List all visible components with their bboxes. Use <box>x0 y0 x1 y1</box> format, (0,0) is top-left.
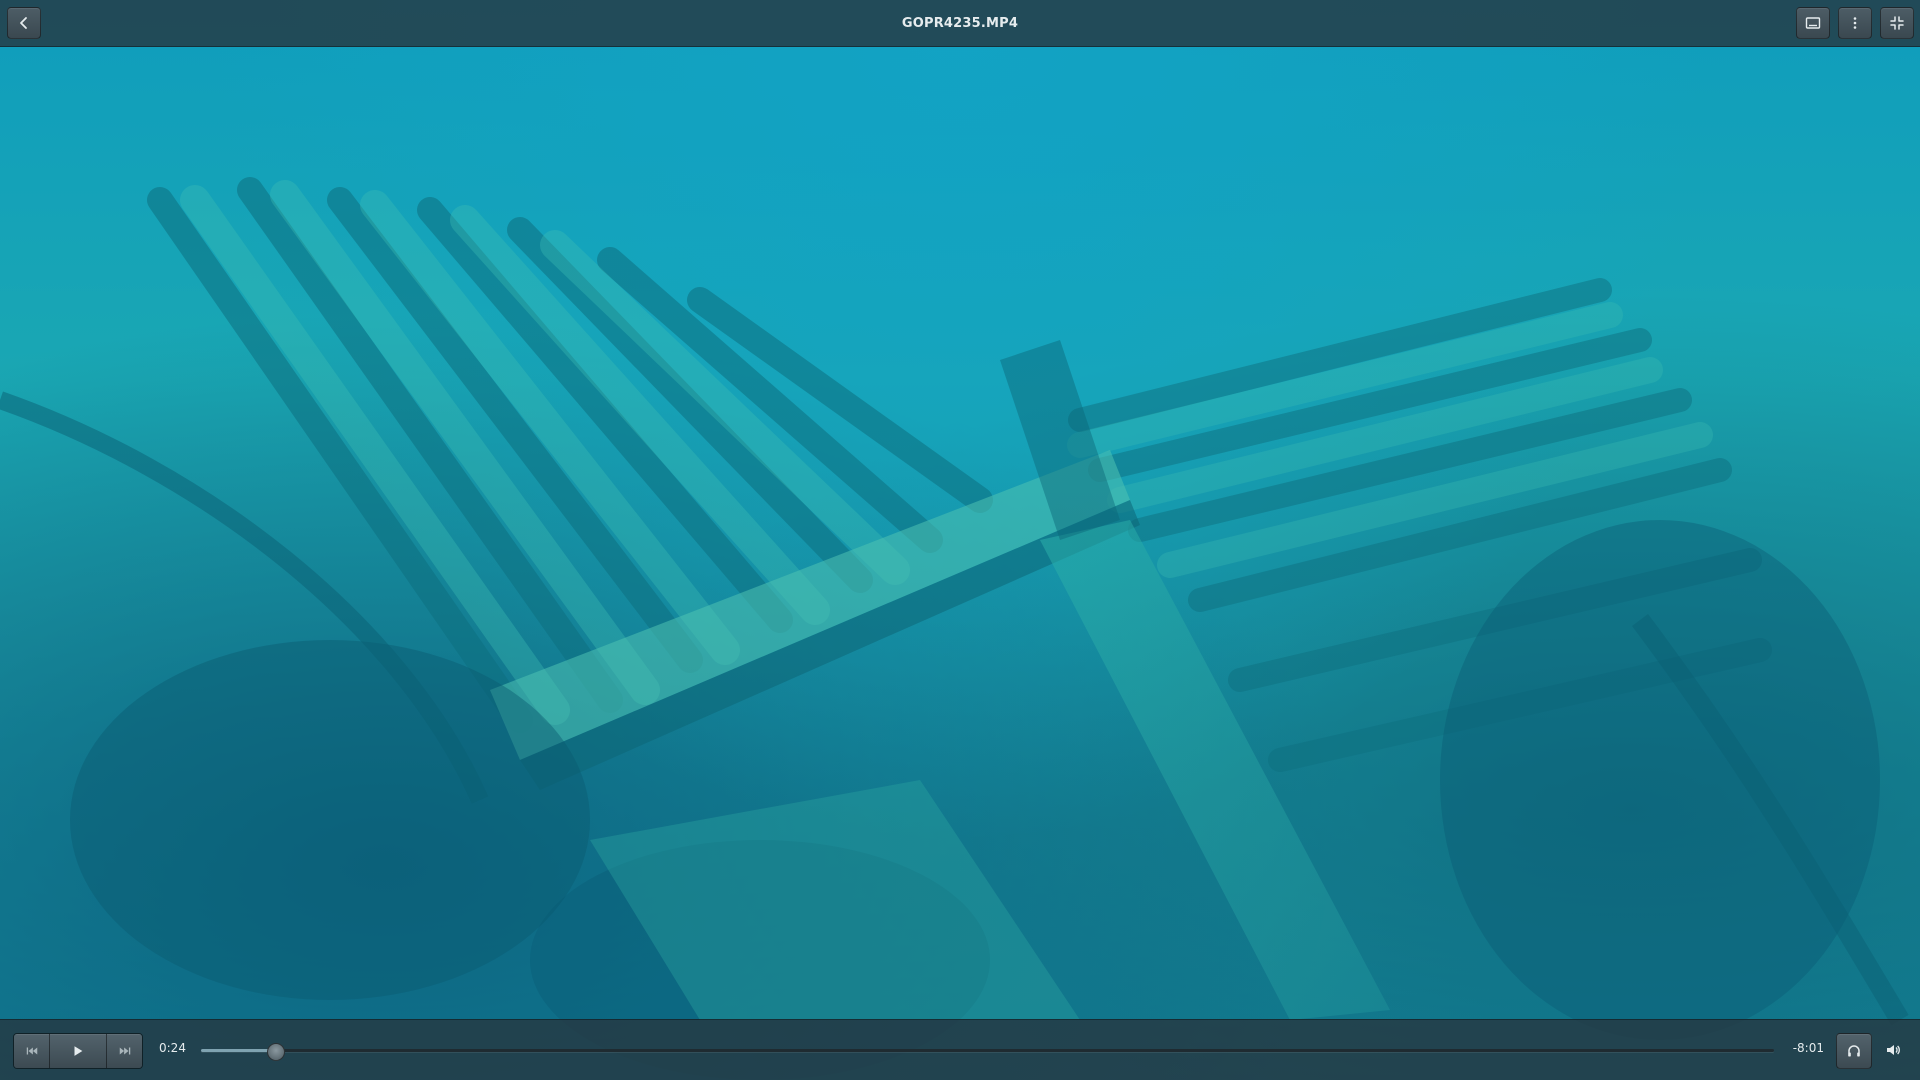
playback-controls: 0:24 -8:01 <box>0 1019 1920 1080</box>
seek-bar[interactable] <box>201 1042 1774 1061</box>
skip-forward-icon <box>119 1047 130 1055</box>
seek-progress <box>201 1049 275 1052</box>
volume-button[interactable] <box>1876 1033 1910 1067</box>
seek-handle[interactable] <box>266 1042 285 1061</box>
exit-fullscreen-button[interactable] <box>1880 7 1914 39</box>
menu-button[interactable] <box>1838 7 1872 39</box>
subtitles-button[interactable] <box>1796 7 1830 39</box>
remaining-time: -8:01 <box>1792 1041 1824 1055</box>
next-button[interactable] <box>107 1034 142 1068</box>
play-button[interactable] <box>50 1034 107 1068</box>
back-button[interactable] <box>7 7 41 39</box>
exit-fullscreen-icon <box>1890 16 1904 30</box>
elapsed-time: 0:24 <box>159 1041 186 1055</box>
header-bar: GOPR4235.MP4 <box>0 0 1920 47</box>
video-player: GOPR4235.MP4 0:24 -8:01 <box>0 0 1920 1080</box>
previous-button[interactable] <box>14 1034 50 1068</box>
transport-buttons <box>13 1033 143 1069</box>
subtitles-icon <box>1805 17 1821 29</box>
skip-back-icon <box>26 1047 37 1055</box>
video-title: GOPR4235.MP4 <box>901 15 1019 31</box>
chevron-left-icon <box>20 17 27 29</box>
headphones-icon <box>1848 1045 1860 1057</box>
speaker-icon <box>1887 1045 1900 1055</box>
video-frame[interactable] <box>0 0 1920 1080</box>
vertical-ellipsis-icon <box>1853 17 1857 29</box>
play-icon <box>74 1046 83 1056</box>
shipwreck-scene <box>0 177 1909 1080</box>
audio-track-button[interactable] <box>1836 1033 1872 1069</box>
